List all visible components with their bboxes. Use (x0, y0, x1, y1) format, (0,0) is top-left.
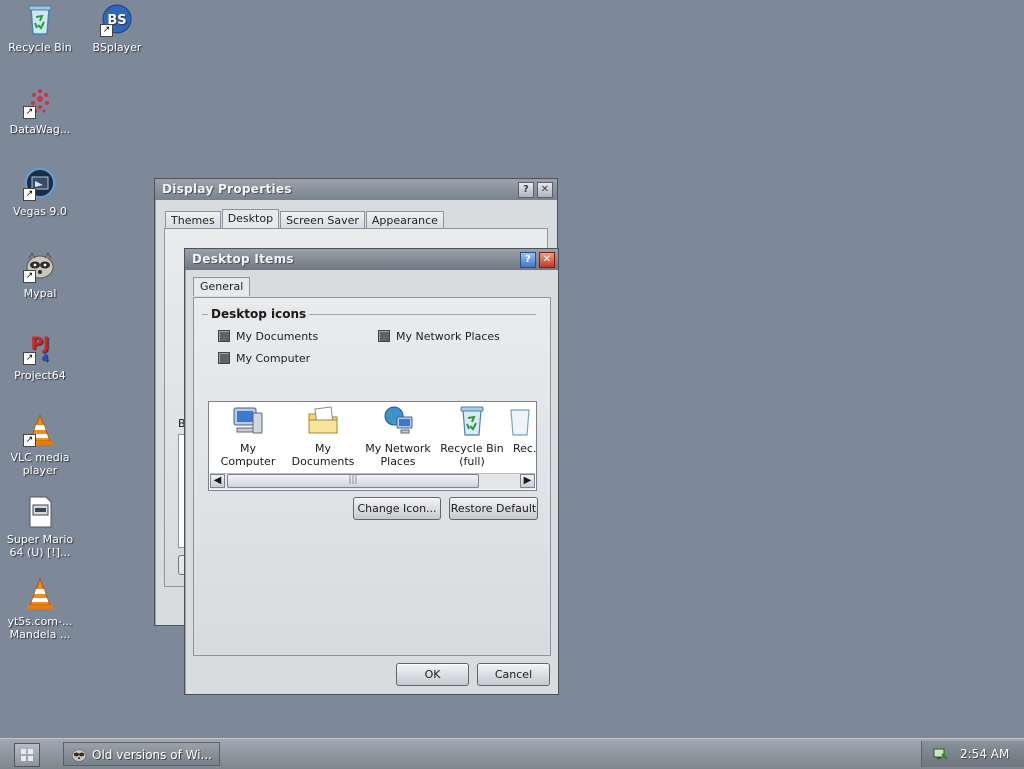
restore-default-button[interactable]: Restore Default (449, 497, 538, 520)
list-item-recycle-bin-full[interactable]: Recycle Bin (full) (437, 404, 507, 468)
network-tray-icon[interactable] (932, 746, 948, 762)
ok-button[interactable]: OK (396, 663, 469, 686)
desktop-items-window: Desktop Items ? ✕ General Desktop icons … (184, 248, 559, 695)
start-grid-icon (21, 749, 33, 761)
display-properties-tabs: Themes Desktop Screen Saver Appearance (165, 209, 445, 228)
cancel-button[interactable]: Cancel (477, 663, 550, 686)
scroll-thumb[interactable]: ||| (227, 474, 479, 488)
desktop-icon-super-mario[interactable]: Super Mario 64 (U) [!]... (0, 495, 80, 559)
desktop-icon-label: DataWag... (9, 123, 71, 136)
start-button[interactable] (14, 743, 40, 767)
checkbox-box[interactable] (378, 330, 390, 342)
scroll-left-icon[interactable]: ◀ (210, 474, 225, 488)
shortcut-arrow-icon: ↗ (23, 188, 36, 201)
desktop-icon-yt5s-video[interactable]: yt5s.com-... Mandela ... (0, 577, 80, 641)
my-documents-icon (308, 406, 338, 434)
taskbar-button-old-versions[interactable]: Old versions of Wi... (63, 742, 220, 766)
tab-appearance[interactable]: Appearance (365, 211, 444, 228)
mypal-raccoon-icon (71, 749, 87, 762)
vlc-cone-icon: ↗ (23, 413, 57, 447)
desktop-icon-label: Vegas 9.0 (13, 205, 67, 218)
tab-screen-saver[interactable]: Screen Saver (280, 211, 365, 228)
desktop-icon-vegas[interactable]: ↗ Vegas 9.0 (0, 167, 80, 218)
desktop-icon-label: Recycle Bin (8, 41, 72, 54)
list-item-recycle-bin-empty[interactable]: Rec... (... (510, 404, 537, 455)
desktop-icon-datawag[interactable]: ↗ DataWag... (0, 85, 80, 136)
desktop-icon-project64[interactable]: PJ 4 ↗ Project64 (0, 331, 80, 382)
checkbox-box[interactable] (218, 330, 230, 342)
group-title: Desktop icons (208, 307, 310, 321)
desktop-icon-label: Mypal (23, 287, 57, 300)
list-item-my-computer[interactable]: My Computer (213, 404, 283, 468)
window-title: Display Properties (162, 182, 292, 196)
desktop-items-tabs: General (193, 277, 251, 296)
general-tab-panel: Desktop icons My Documents My Network Pl… (193, 297, 551, 656)
tab-general[interactable]: General (193, 277, 251, 296)
list-item-my-documents[interactable]: My Documents (285, 404, 361, 468)
list-item-label: Recycle Bin (full) (440, 442, 504, 468)
bsplayer-icon: BS ↗ (100, 3, 134, 37)
close-button[interactable]: ✕ (537, 182, 553, 198)
vegas-icon: ↗ (23, 167, 57, 201)
checkbox-my-documents[interactable]: My Documents (218, 329, 318, 343)
svg-text:PJ: PJ (31, 334, 50, 354)
desktop-icon-label: yt5s.com-... Mandela ... (7, 615, 73, 641)
taskbar: Old versions of Wi... 2:54 AM (0, 738, 1024, 769)
checkbox-box[interactable] (218, 352, 230, 364)
recycle-bin-empty-icon (510, 409, 530, 436)
checkbox-label: My Documents (236, 329, 319, 343)
shortcut-arrow-icon: ↗ (100, 24, 113, 37)
help-button[interactable]: ? (518, 182, 534, 198)
mypal-raccoon-icon: ↗ (23, 249, 57, 283)
tab-desktop[interactable]: Desktop (221, 209, 280, 228)
list-item-my-network-places[interactable]: My Network Places (363, 404, 433, 468)
list-item-label: Rec... (... (513, 442, 537, 455)
vlc-cone-icon (23, 577, 57, 611)
svg-text:4: 4 (42, 353, 49, 364)
desktop-icon-recycle-bin[interactable]: Recycle Bin (0, 3, 80, 54)
shortcut-arrow-icon: ↗ (23, 106, 36, 119)
desktop-items-titlebar[interactable]: Desktop Items ? ✕ (185, 249, 558, 270)
taskbar-button-label: Old versions of Wi... (92, 748, 212, 762)
desktop-icon-mypal[interactable]: ↗ Mypal (0, 249, 80, 300)
shortcut-arrow-icon: ↗ (23, 352, 36, 365)
checkbox-label: My Computer (236, 351, 311, 365)
shortcut-arrow-icon: ↗ (23, 434, 36, 447)
desktop-icon-label: Project64 (14, 369, 66, 382)
help-button[interactable]: ? (520, 252, 536, 268)
clock[interactable]: 2:54 AM (960, 741, 1009, 767)
shortcut-arrow-icon: ↗ (23, 270, 36, 283)
horizontal-scrollbar[interactable]: ◀ ||| ▶ (210, 473, 535, 489)
desktop-icon-label: VLC media player (10, 451, 70, 477)
desktop-icon-vlc[interactable]: ↗ VLC media player (0, 413, 80, 477)
network-places-icon (384, 406, 413, 434)
recycle-bin-icon (23, 3, 57, 37)
desktop-icon-bsplayer[interactable]: BS ↗ BSplayer (77, 3, 157, 54)
change-icon-button[interactable]: Change Icon... (353, 497, 441, 520)
checkbox-my-network-places[interactable]: My Network Places (378, 329, 500, 343)
list-item-label: My Computer (220, 442, 276, 468)
system-tray: 2:54 AM (921, 741, 1024, 767)
list-item-label: My Documents (291, 442, 355, 468)
checkbox-label: My Network Places (396, 329, 500, 343)
icon-list-view[interactable]: My Computer My Documents My Network Plac… (208, 401, 537, 491)
checkbox-my-computer[interactable]: My Computer (218, 351, 310, 365)
my-computer-icon (233, 407, 263, 434)
display-properties-titlebar[interactable]: Display Properties ? ✕ (155, 179, 557, 200)
project64-icon: PJ 4 ↗ (23, 331, 57, 365)
window-title: Desktop Items (192, 252, 294, 266)
desktop-icon-label: BSplayer (92, 41, 142, 54)
scroll-right-icon[interactable]: ▶ (520, 474, 535, 488)
list-item-label: My Network Places (365, 442, 431, 468)
tab-themes[interactable]: Themes (165, 211, 221, 228)
desktop-icon-label: Super Mario 64 (U) [!]... (6, 533, 74, 559)
recycle-bin-full-icon (460, 406, 484, 436)
close-button[interactable]: ✕ (539, 252, 555, 268)
rom-file-icon (23, 495, 57, 529)
datawag-icon: ↗ (23, 85, 57, 119)
